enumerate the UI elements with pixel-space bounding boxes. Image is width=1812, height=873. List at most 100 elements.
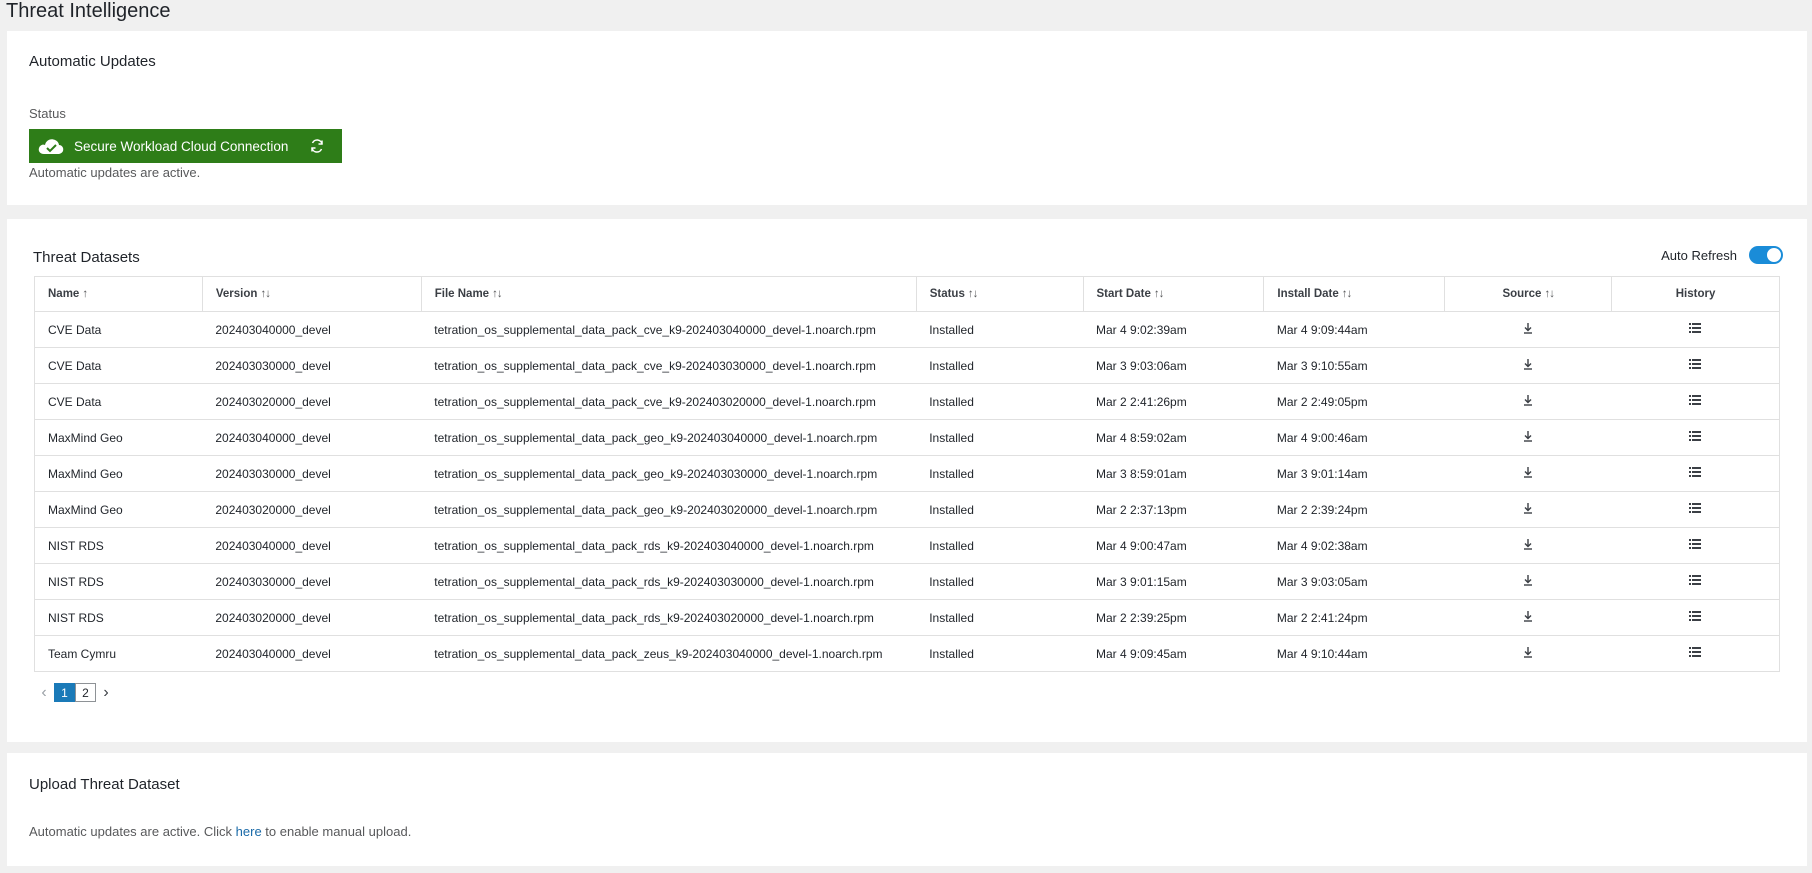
list-icon[interactable]: [1689, 430, 1702, 442]
upload-note-after: to enable manual upload.: [261, 824, 412, 839]
auto-refresh: Auto Refresh: [1661, 246, 1783, 264]
cell-install-date: Mar 3 9:01:14am: [1263, 455, 1445, 492]
cell-status: Installed: [916, 347, 1084, 384]
column-header-version[interactable]: Version ↑↓: [202, 276, 422, 312]
cell-version: 202403040000_devel: [202, 311, 422, 348]
threat-datasets-title: Threat Datasets: [33, 249, 140, 266]
download-icon[interactable]: [1522, 610, 1534, 622]
enable-manual-upload-link[interactable]: here: [236, 824, 262, 839]
cell-history: [1611, 347, 1780, 384]
list-icon[interactable]: [1689, 358, 1702, 370]
cell-source: [1444, 419, 1612, 456]
list-icon[interactable]: [1689, 466, 1702, 478]
automatic-updates-panel: Automatic Updates Status Secure Workload…: [7, 31, 1807, 205]
cell-start-date: Mar 2 2:37:13pm: [1083, 491, 1264, 528]
cell-source: [1444, 563, 1612, 600]
table-row: MaxMind Geo 202403040000_devel tetration_o…: [34, 419, 1780, 456]
cell-version: 202403030000_devel: [202, 563, 422, 600]
cell-name: MaxMind Geo: [34, 491, 203, 528]
next-page-icon[interactable]: ›: [96, 684, 116, 702]
cell-history: [1611, 527, 1780, 564]
sort-icon: ↑↓: [260, 288, 270, 300]
sort-icon: ↑↓: [492, 288, 502, 300]
cell-history: [1611, 455, 1780, 492]
sort-icon: ↑↓: [1153, 288, 1164, 300]
pagination: ‹ 1 2 ›: [34, 683, 116, 702]
list-icon[interactable]: [1689, 394, 1702, 406]
refresh-icon[interactable]: [310, 139, 324, 153]
auto-refresh-toggle[interactable]: [1749, 246, 1783, 264]
cloud-connection-badge: Secure Workload Cloud Connection: [29, 129, 342, 163]
download-icon[interactable]: [1522, 466, 1534, 478]
cell-install-date: Mar 4 9:00:46am: [1263, 419, 1445, 456]
download-icon[interactable]: [1522, 574, 1534, 586]
cell-name: NIST RDS: [34, 563, 203, 600]
cell-name: NIST RDS: [34, 599, 203, 636]
download-icon[interactable]: [1522, 502, 1534, 514]
column-header-source[interactable]: Source ↑↓: [1444, 276, 1613, 312]
upload-note-before: Automatic updates are active. Click: [29, 824, 236, 839]
table-row: MaxMind Geo 202403020000_devel tetration_o…: [34, 491, 1780, 528]
list-icon[interactable]: [1689, 322, 1702, 334]
list-icon[interactable]: [1689, 502, 1702, 514]
cell-version: 202403020000_devel: [202, 383, 422, 420]
list-icon[interactable]: [1689, 646, 1702, 658]
auto-refresh-label: Auto Refresh: [1661, 247, 1737, 263]
page-button-2[interactable]: 2: [75, 683, 96, 702]
cell-start-date: Mar 4 8:59:02am: [1083, 419, 1264, 456]
cell-name: Team Cymru: [34, 635, 203, 672]
download-icon[interactable]: [1522, 322, 1534, 334]
cell-install-date: Mar 4 9:09:44am: [1263, 311, 1445, 348]
cell-history: [1611, 419, 1780, 456]
download-icon[interactable]: [1522, 430, 1534, 442]
cell-install-date: Mar 4 9:02:38am: [1263, 527, 1445, 564]
cell-install-date: Mar 2 2:41:24pm: [1263, 599, 1445, 636]
download-icon[interactable]: [1522, 646, 1534, 658]
cell-source: [1444, 635, 1612, 672]
page-button-1[interactable]: 1: [54, 683, 75, 702]
cell-status: Installed: [916, 455, 1084, 492]
cell-file-name: tetration_os_supplemental_data_pack_geo_…: [421, 491, 917, 528]
cell-install-date: Mar 2 2:39:24pm: [1263, 491, 1445, 528]
cell-file-name: tetration_os_supplemental_data_pack_zeus…: [421, 635, 917, 672]
page-title: Threat Intelligence: [6, 0, 171, 22]
cell-start-date: Mar 3 8:59:01am: [1083, 455, 1264, 492]
cell-name: NIST RDS: [34, 527, 203, 564]
cell-status: Installed: [916, 491, 1084, 528]
prev-page-icon[interactable]: ‹: [34, 684, 54, 702]
cell-history: [1611, 563, 1780, 600]
cell-version: 202403020000_devel: [202, 491, 422, 528]
cell-status: Installed: [916, 527, 1084, 564]
list-icon[interactable]: [1689, 574, 1702, 586]
cell-history: [1611, 491, 1780, 528]
cell-file-name: tetration_os_supplemental_data_pack_rds_…: [421, 527, 917, 564]
sort-asc-icon: ↑: [82, 288, 88, 300]
download-icon[interactable]: [1522, 538, 1534, 550]
table-row: CVE Data 202403040000_devel tetration_os_s…: [34, 311, 1780, 348]
cell-history: [1611, 599, 1780, 636]
column-header-name[interactable]: Name ↑: [34, 276, 203, 312]
cell-version: 202403040000_devel: [202, 527, 422, 564]
cell-version: 202403030000_devel: [202, 455, 422, 492]
cell-version: 202403020000_devel: [202, 599, 422, 636]
column-header-file-name[interactable]: File Name ↑↓: [421, 276, 917, 312]
column-header-install-date[interactable]: Install Date ↑↓: [1263, 276, 1446, 312]
list-icon[interactable]: [1689, 610, 1702, 622]
download-icon[interactable]: [1522, 394, 1534, 406]
column-header-status[interactable]: Status ↑↓: [916, 276, 1084, 312]
cell-start-date: Mar 3 9:01:15am: [1083, 563, 1264, 600]
cell-install-date: Mar 4 9:10:44am: [1263, 635, 1445, 672]
list-icon[interactable]: [1689, 538, 1702, 550]
status-label: Status: [29, 106, 66, 121]
sort-icon: ↑↓: [1544, 288, 1554, 300]
cloud-check-icon: [38, 139, 64, 154]
cell-status: Installed: [916, 383, 1084, 420]
column-header-start-date[interactable]: Start Date ↑↓: [1083, 276, 1265, 312]
table-row: NIST RDS 202403040000_devel tetration_os_s…: [34, 527, 1780, 564]
threat-datasets-panel: Threat Datasets Auto Refresh Name ↑ Versi…: [7, 219, 1807, 742]
cell-version: 202403040000_devel: [202, 635, 422, 672]
cell-source: [1444, 527, 1612, 564]
cell-file-name: tetration_os_supplemental_data_pack_cve_…: [421, 383, 917, 420]
download-icon[interactable]: [1522, 358, 1534, 370]
table-row: NIST RDS 202403020000_devel tetration_os_s…: [34, 599, 1780, 636]
